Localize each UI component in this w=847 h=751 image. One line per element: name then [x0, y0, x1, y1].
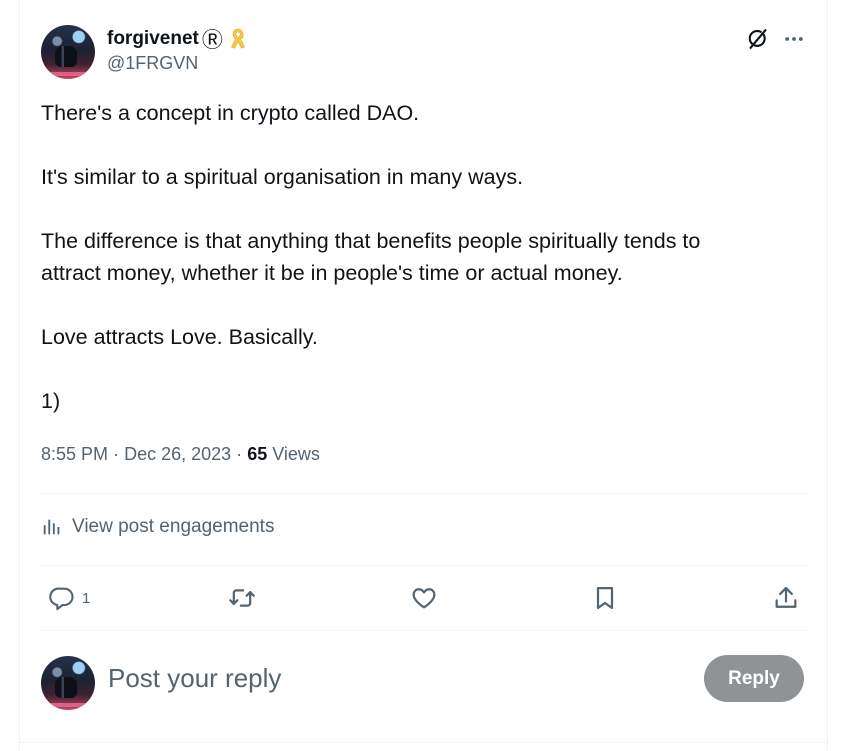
- reply-input[interactable]: Post your reply: [108, 663, 281, 694]
- author-name-row[interactable]: forgivenet Ⓡ: [107, 24, 247, 54]
- registered-mark: Ⓡ: [201, 29, 223, 52]
- reply-icon: [49, 587, 74, 611]
- divider: [41, 565, 807, 566]
- views-count: 65: [247, 444, 268, 464]
- tweet-paragraph: The difference is that anything that ben…: [41, 229, 701, 285]
- yellow-ribbon-icon: [229, 27, 247, 51]
- view-engagements-link[interactable]: View post engagements: [41, 516, 274, 538]
- reply-action[interactable]: 1: [48, 584, 90, 612]
- tweet-metadata: 8:55 PM · Dec 26, 2023 · 65 Views: [41, 444, 320, 465]
- like-action[interactable]: [410, 584, 444, 612]
- divider: [41, 493, 807, 494]
- bookmark-icon: [596, 586, 614, 610]
- divider: [41, 630, 807, 631]
- meta-separator: ·: [236, 444, 243, 464]
- reply-count: 1: [82, 589, 91, 607]
- tweet-paragraph: 1): [41, 389, 61, 413]
- tweet-date[interactable]: Dec 26, 2023: [124, 444, 231, 464]
- column-bottom-divider: [19, 742, 828, 743]
- bookmark-action[interactable]: [591, 584, 625, 612]
- heart-icon: [412, 588, 436, 609]
- more-icon[interactable]: [780, 25, 808, 53]
- tweet-paragraph: There's a concept in crypto called DAO.: [41, 101, 420, 125]
- current-user-avatar[interactable]: [41, 656, 95, 710]
- tweet-time[interactable]: 8:55 PM: [41, 444, 108, 464]
- views-label: Views: [272, 444, 320, 464]
- tweet-paragraph: It's similar to a spiritual organisation…: [41, 165, 524, 189]
- share-action[interactable]: [772, 584, 800, 612]
- author-display-name[interactable]: forgivenet: [107, 28, 199, 50]
- analytics-icon: [43, 519, 60, 535]
- meta-separator: ·: [113, 444, 120, 464]
- tweet-paragraph: Love attracts Love. Basically.: [41, 325, 318, 349]
- author-handle[interactable]: @1FRGVN: [107, 53, 198, 74]
- author-avatar[interactable]: [41, 25, 95, 79]
- grok-icon[interactable]: [744, 25, 772, 53]
- tweet-text: There's a concept in crypto called DAO. …: [41, 97, 801, 417]
- share-icon: [775, 586, 797, 608]
- view-engagements-label[interactable]: View post engagements: [72, 516, 274, 538]
- repost-action[interactable]: [228, 584, 262, 612]
- reply-button[interactable]: Reply: [704, 655, 804, 702]
- repost-icon: [229, 589, 255, 607]
